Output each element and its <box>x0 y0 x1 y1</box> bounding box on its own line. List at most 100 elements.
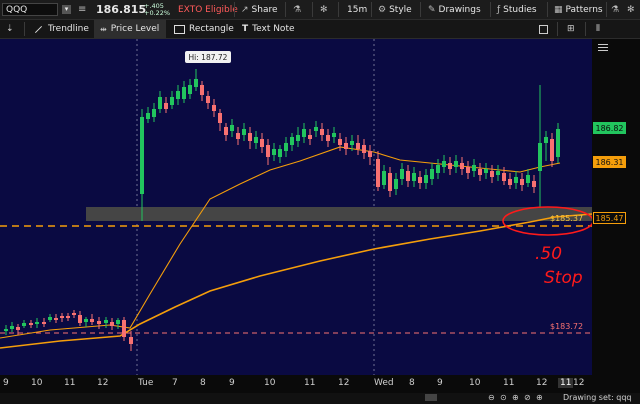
pin-button[interactable]: ⇣ <box>6 20 14 38</box>
candle-body <box>502 173 506 181</box>
price-level-tool[interactable]: ⇹ Price Level <box>94 20 166 38</box>
x-label: Tue <box>138 378 154 388</box>
candle-body <box>344 143 348 149</box>
interval-button[interactable]: 15m <box>347 0 367 19</box>
scroll-handle[interactable] <box>425 394 437 401</box>
gear-button-2[interactable]: ✻ <box>627 0 635 19</box>
candle-body <box>338 139 342 145</box>
rectangle-icon <box>174 24 185 34</box>
x-label: 9 <box>3 378 9 388</box>
x-label: 9 <box>229 378 235 388</box>
search-icon[interactable]: ⊙ <box>500 393 507 402</box>
x-label: 9 <box>437 378 443 388</box>
price-chart: Hi: 187.72 $185.37 $183.72 .50 Stop <box>0 39 594 375</box>
candle-body <box>29 323 33 325</box>
text-note-tool[interactable]: T Text Note <box>242 20 295 38</box>
candle-body <box>224 127 228 135</box>
candle-body <box>242 129 246 135</box>
candle-body <box>152 109 156 117</box>
candle-body <box>296 135 300 141</box>
price-axis[interactable] <box>592 39 640 375</box>
candle-body <box>400 169 404 179</box>
share-icon: ↗ <box>241 4 249 15</box>
grid-layout-button[interactable]: ⊞ <box>567 20 575 38</box>
time-axis[interactable]: 9 10 11 12 Tue 7 8 9 10 11 12 Wed 8 9 10… <box>0 375 640 393</box>
candle-body <box>326 135 330 141</box>
box-button[interactable] <box>539 20 548 38</box>
crosshair-icon[interactable]: ⊕ <box>536 393 543 402</box>
flask-icon: ⚗ <box>293 4 302 15</box>
x-label: 12 <box>338 378 350 388</box>
symbol-dropdown-icon[interactable]: ▾ <box>62 0 71 19</box>
price-level-zone[interactable] <box>86 207 592 221</box>
x-label: 10 <box>469 378 481 388</box>
candle-body <box>508 179 512 185</box>
x-label: 10 <box>264 378 276 388</box>
candle-body <box>320 129 324 135</box>
top-toolbar: QQQ ▾ ≡ 186.815 +.405 +0.22% EXTO Eligib… <box>0 0 640 20</box>
candle-body <box>4 329 8 331</box>
candle-body <box>394 179 398 189</box>
candle-body <box>66 316 70 318</box>
candle-body <box>188 85 192 94</box>
patterns-button[interactable]: ▦ Patterns <box>554 0 603 19</box>
candle-body <box>146 113 150 119</box>
square-icon <box>539 24 548 34</box>
rectangle-tool[interactable]: Rectangle <box>174 20 234 38</box>
axis-settings-icon[interactable] <box>598 44 612 52</box>
candle-body <box>212 105 216 111</box>
candle-body <box>260 139 264 147</box>
zoom-out-icon[interactable]: ⊖ <box>488 393 495 402</box>
candle-body <box>514 177 518 183</box>
change-pct: +0.22% <box>144 8 171 17</box>
candle-body <box>176 91 180 99</box>
exto-eligible-link[interactable]: EXTO Eligible <box>178 0 238 19</box>
drawing-set-label: Drawing set: qqq <box>563 393 632 402</box>
candle-body <box>290 137 294 145</box>
flask-button-2[interactable]: ⚗ <box>611 0 619 19</box>
candle-body <box>230 125 234 131</box>
symbol-menu-icon[interactable]: ≡ <box>78 0 86 19</box>
candle-body <box>538 143 542 171</box>
trendline-icon <box>34 25 43 33</box>
candle-body <box>496 171 500 175</box>
candle-body <box>16 327 20 330</box>
candle-body <box>254 137 258 143</box>
candle-body <box>206 96 210 103</box>
candle-body <box>182 87 186 99</box>
drawings-button[interactable]: ✎ Drawings <box>428 0 481 19</box>
bars-button[interactable]: ⦀ <box>596 20 600 38</box>
candle-body <box>97 321 101 324</box>
candle-body <box>122 320 126 337</box>
candle-body <box>556 129 560 157</box>
chart-area[interactable]: Hi: 187.72 $185.37 $183.72 .50 Stop <box>0 39 594 375</box>
candle-body <box>164 103 168 109</box>
trendline-tool[interactable]: Trendline <box>34 20 89 38</box>
candle-body <box>448 163 452 169</box>
style-button[interactable]: ⚙ Style <box>378 0 412 19</box>
candle-body <box>454 161 458 167</box>
zoom-reset-icon[interactable]: ⊘ <box>524 393 531 402</box>
bar-chart-icon: ⦀ <box>596 24 600 34</box>
candle-body <box>266 145 270 157</box>
candle-body <box>308 135 312 139</box>
studies-button[interactable]: ƒ Studies <box>497 0 537 19</box>
zoom-in-icon[interactable]: ⊕ <box>512 393 519 402</box>
settings-button[interactable]: ✻ <box>320 0 328 19</box>
share-button[interactable]: ↗ Share <box>241 0 278 19</box>
symbol-input[interactable]: QQQ <box>2 3 58 16</box>
candle-body <box>158 97 162 109</box>
candle-body <box>194 79 198 87</box>
candle-body <box>362 145 366 153</box>
candle-body <box>478 169 482 175</box>
candle-body <box>236 133 240 139</box>
candle-body <box>284 143 288 151</box>
x-label: 11 <box>503 378 515 388</box>
flask-button[interactable]: ⚗ <box>293 0 301 19</box>
candle-body <box>430 169 434 179</box>
candle-body <box>78 315 82 323</box>
candle-body <box>104 320 108 323</box>
close-price-tag: 186.82 <box>593 122 626 134</box>
lower-level-label: $183.72 <box>550 322 583 331</box>
candle-body <box>472 165 476 171</box>
